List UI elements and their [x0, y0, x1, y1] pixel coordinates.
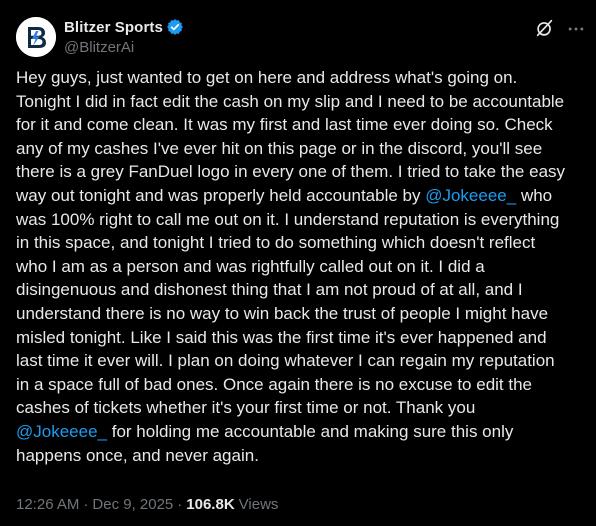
tweet: Blitzer Sports @BlitzerAi Hey guys, just…	[0, 0, 596, 526]
tweet-line: in a space full of bad ones. Once again …	[16, 374, 533, 394]
tweet-date: Dec 9, 2025	[92, 496, 174, 513]
tweet-line: happens once, and never again.	[16, 445, 259, 465]
tweet-line: cashes of tickets whether it's your firs…	[16, 398, 476, 418]
tweet-line: last time it ever will. I plan on doing …	[16, 351, 555, 371]
handle[interactable]: @BlitzerAi	[64, 39, 184, 56]
tweet-meta: 12:26 AM · Dec 9, 2025 · 106.8K Views	[16, 496, 278, 513]
tweet-line: way out tonight and was properly held ac…	[16, 184, 590, 208]
tweet-line: who I am as a person and was rightfully …	[16, 256, 485, 276]
blitzer-logo-icon	[16, 17, 56, 57]
display-name[interactable]: Blitzer Sports	[64, 19, 163, 36]
grok-button[interactable]	[532, 15, 558, 41]
timestamp-link[interactable]: 12:26 AM · Dec 9, 2025	[16, 496, 173, 513]
more-horizontal-icon	[568, 27, 584, 31]
tweet-line: understand there is no way to win back t…	[16, 303, 549, 323]
verified-badge-icon[interactable]	[166, 18, 184, 36]
tweet-line: in this space, and tonight I tried to do…	[16, 233, 536, 253]
views-count: 106.8K	[186, 496, 235, 513]
tweet-line: Tonight I did in fact edit the cash on m…	[16, 91, 565, 111]
tweet-time: 12:26 AM	[16, 496, 80, 513]
separator: ·	[83, 496, 89, 513]
tweet-line: any of my cashes I've ever hit on this p…	[16, 138, 543, 158]
tweet-line: Hey guys, just wanted to get on here and…	[16, 68, 518, 87]
tweet-line: misled tonight. Like I said this was the…	[16, 327, 547, 347]
mention-link[interactable]: @Jokeeee_	[425, 186, 516, 205]
views-label: Views	[238, 496, 279, 513]
tweet-line: @Jokeeee_ for holding me accountable and…	[16, 420, 590, 444]
tweet-line: disingenuous and dishonest thing that I …	[16, 280, 523, 300]
name-row: Blitzer Sports	[64, 17, 184, 37]
author-block: Blitzer Sports @BlitzerAi	[64, 17, 184, 56]
grok-icon	[536, 19, 553, 37]
tweet-line: for it and come clean. It was my first a…	[16, 115, 553, 135]
tweet-text: Hey guys, just wanted to get on here and…	[16, 66, 590, 467]
tweet-line: there is a grey FanDuel logo in every on…	[16, 162, 566, 182]
mention-link[interactable]: @Jokeeee_	[16, 422, 107, 441]
separator: ·	[177, 496, 183, 513]
line-text: for holding me accountable and making su…	[107, 421, 514, 441]
tweet-line: was 100% right to call me out on it. I u…	[16, 209, 560, 229]
avatar[interactable]	[16, 17, 56, 57]
line-text: who	[516, 185, 553, 205]
line-text: way out tonight and was properly held ac…	[16, 185, 426, 205]
more-button[interactable]	[564, 17, 588, 41]
